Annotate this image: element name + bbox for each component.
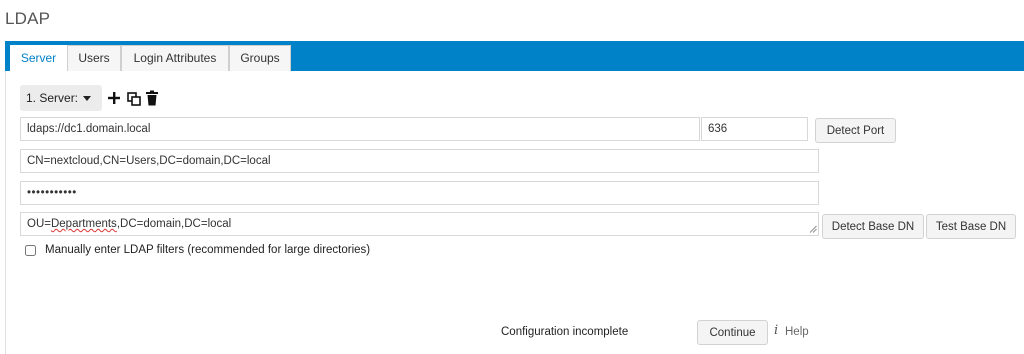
- password-field[interactable]: •••••••••••: [20, 181, 819, 205]
- server-select[interactable]: 1. Server:: [20, 85, 102, 111]
- test-base-dn-button[interactable]: Test Base DN: [926, 214, 1016, 239]
- base-dn-suffix: ,DC=domain,DC=local: [116, 218, 232, 230]
- host-input[interactable]: [20, 117, 700, 141]
- panel-border: [5, 71, 6, 354]
- tab-groups[interactable]: Groups: [229, 45, 291, 71]
- base-dn-textarea[interactable]: OU=Departments,DC=domain,DC=local: [20, 212, 819, 236]
- tab-login-attributes[interactable]: Login Attributes: [121, 45, 229, 71]
- detect-port-button[interactable]: Detect Port: [815, 118, 896, 143]
- continue-button[interactable]: Continue: [697, 320, 768, 345]
- chevron-down-icon: [83, 96, 92, 102]
- user-dn-input[interactable]: [20, 149, 819, 173]
- base-dn-misspelled: Departments: [50, 218, 117, 230]
- detect-base-dn-button[interactable]: Detect Base DN: [822, 214, 924, 239]
- trash-icon[interactable]: [145, 90, 159, 106]
- server-select-label: 1. Server:: [26, 91, 79, 105]
- plus-icon[interactable]: [107, 90, 121, 106]
- copy-icon[interactable]: [127, 90, 141, 106]
- manual-filters-checkbox[interactable]: [25, 245, 36, 256]
- resize-grip-icon[interactable]: [809, 225, 817, 233]
- info-icon[interactable]: i: [774, 323, 778, 338]
- tab-users[interactable]: Users: [67, 45, 121, 71]
- tab-server[interactable]: Server: [10, 45, 67, 71]
- tab-bar: Server Users Login Attributes Groups: [5, 41, 1024, 71]
- status-text: Configuration incomplete: [501, 326, 629, 338]
- page-title: LDAP: [5, 9, 51, 28]
- help-link[interactable]: Help: [785, 326, 809, 338]
- port-input[interactable]: [701, 117, 808, 141]
- base-dn-prefix: OU=: [27, 218, 51, 230]
- manual-filters-label: Manually enter LDAP filters (recommended…: [45, 244, 371, 256]
